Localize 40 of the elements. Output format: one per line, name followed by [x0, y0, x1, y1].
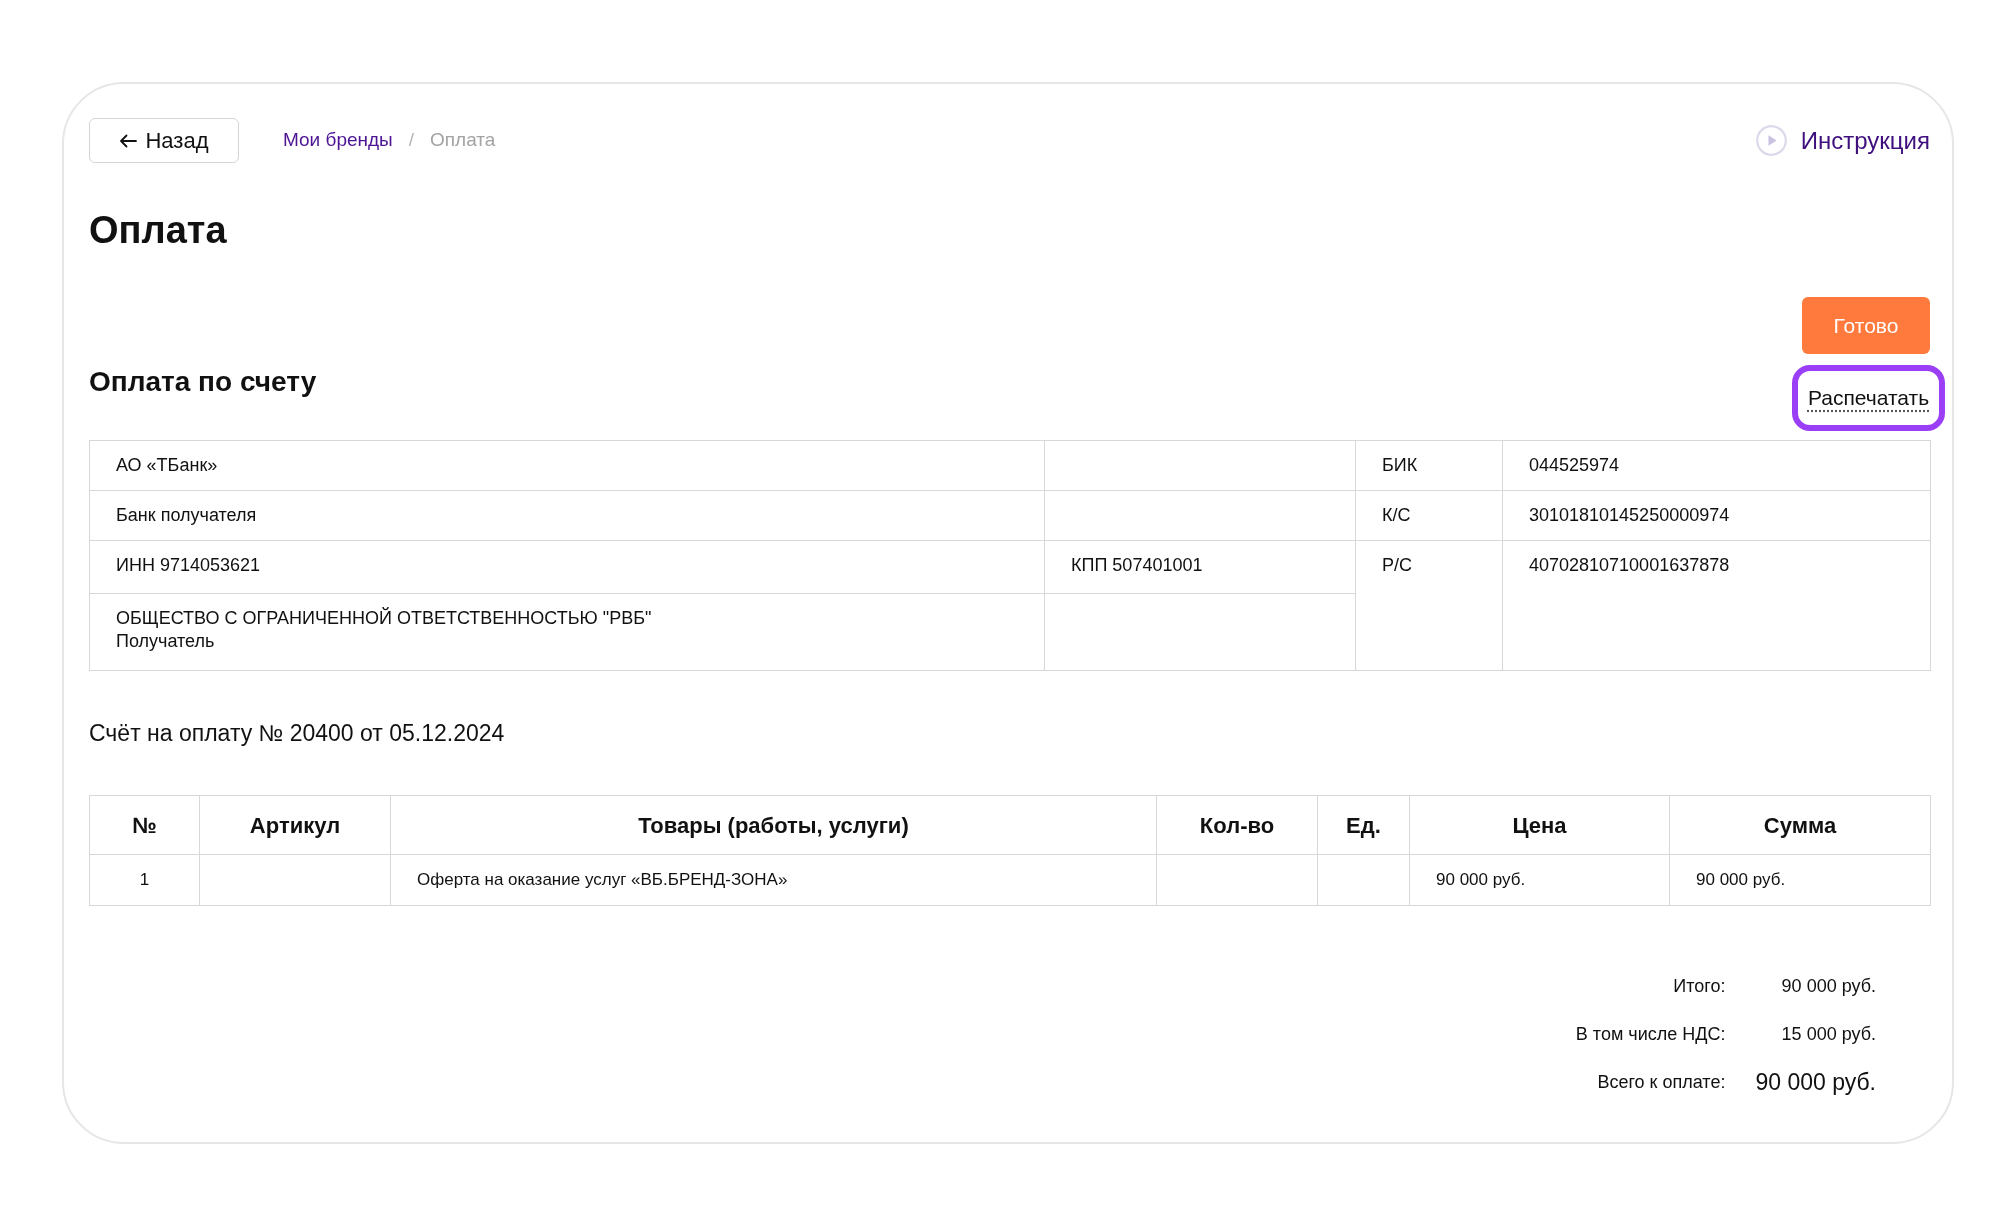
table-cell: Оферта на оказание услуг «ВБ.БРЕНД-ЗОНА» [390, 854, 1157, 906]
invoice-title: Счёт на оплату № 20400 от 05.12.2024 [89, 719, 506, 748]
total-label: Итого: [1672, 975, 1726, 998]
play-icon [1755, 125, 1787, 156]
column-header: Кол-во [1156, 795, 1318, 855]
table-cell: 30101810145250000974 [1502, 490, 1931, 541]
breadcrumb-separator: / [408, 128, 415, 153]
total-label: В том числе НДС: [1575, 1023, 1726, 1046]
table-cell: 044525974 [1502, 440, 1931, 491]
breadcrumb-current: Оплата [430, 128, 496, 153]
grand-total-value: 90 000 руб. [1755, 1068, 1876, 1097]
column-header: Ед. [1317, 795, 1410, 855]
company-name: ОБЩЕСТВО С ОГРАНИЧЕННОЙ ОТВЕТСТВЕННОСТЬЮ "РВБ" [116, 607, 653, 630]
table-cell: К/С [1355, 490, 1503, 541]
table-cell: 90 000 руб. [1669, 854, 1931, 906]
breadcrumb-link[interactable]: Мои бренды [283, 126, 393, 155]
arrow-left-icon [119, 133, 138, 148]
column-header: Артикул [199, 795, 391, 855]
table-cell: ИНН 9714053621 [89, 540, 1045, 594]
table-cell: БИК [1355, 440, 1503, 491]
back-button[interactable]: Назад [89, 118, 239, 163]
page-title: Оплата [89, 208, 228, 253]
print-button[interactable]: Распечатать [1792, 365, 1945, 431]
instruction-link[interactable]: Инструкция [1755, 122, 1930, 159]
total-value: 90 000 руб. [1780, 975, 1876, 998]
table-cell: 90 000 руб. [1409, 854, 1670, 906]
table-cell: АО «ТБанк» [89, 440, 1045, 491]
column-header: Товары (работы, услуги) [390, 795, 1157, 855]
table-cell: Банк получателя [89, 490, 1045, 541]
section-title: Оплата по счету [89, 365, 317, 399]
column-header: Цена [1409, 795, 1670, 855]
field-caption: Получатель [116, 630, 216, 653]
column-header: Сумма [1669, 795, 1931, 855]
table-cell: 1 [89, 854, 200, 906]
table-cell: 40702810710001637878 [1502, 540, 1931, 671]
table-cell: КПП 507401001 [1044, 540, 1356, 594]
column-header: № [89, 795, 200, 855]
total-value: 15 000 руб. [1780, 1023, 1876, 1046]
total-label: Всего к оплате: [1596, 1071, 1726, 1094]
table-cell: Р/С [1355, 540, 1503, 671]
